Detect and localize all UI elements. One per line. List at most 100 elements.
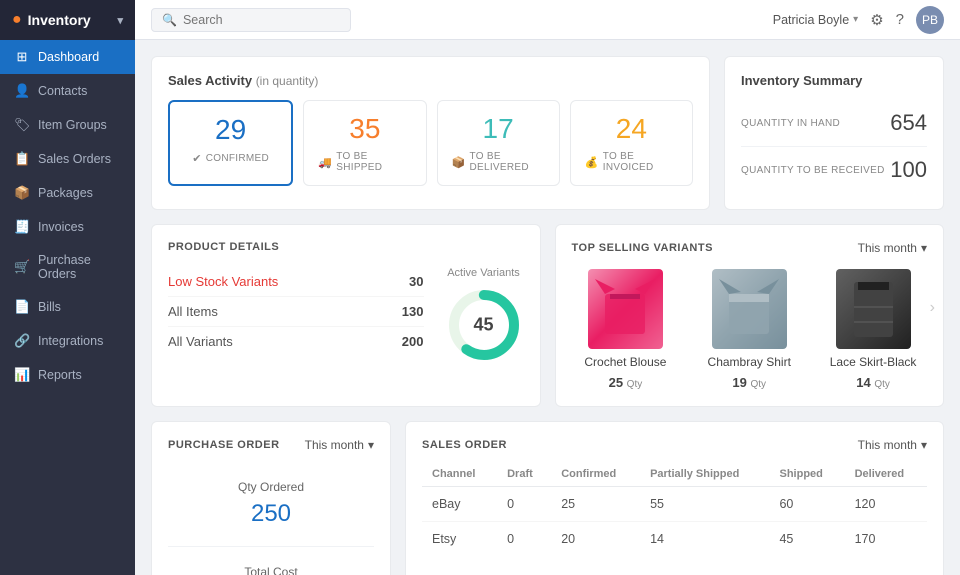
to-be-invoiced-label: 💰 TO BE INVOICED	[585, 151, 678, 173]
so-col-4: Shipped	[769, 462, 844, 487]
logo-caret[interactable]: ▾	[117, 14, 123, 27]
sidebar-item-bills[interactable]: 📄 Bills	[0, 290, 135, 324]
sales-order-filter[interactable]: This month ▾	[858, 438, 927, 452]
purchase-order-title: PURCHASE ORDER	[168, 439, 280, 451]
inventory-row-1: QUANTITY TO BE RECEIVED 100	[741, 147, 927, 193]
confirmed-number: 29	[215, 114, 246, 146]
activity-card-confirmed[interactable]: 29 ✔ CONFIRMED	[168, 100, 293, 186]
content-area: Sales Activity (in quantity) 29 ✔ CONFIR…	[135, 40, 960, 575]
user-menu[interactable]: Patricia Boyle ▾	[773, 13, 858, 27]
to-be-delivered-icon: 📦	[452, 156, 466, 169]
pd-row-2: All Variants 200	[168, 327, 424, 356]
inventory-summary-title: Inventory Summary	[741, 73, 927, 88]
to-be-shipped-icon: 🚚	[318, 156, 332, 169]
top-selling-panel: TOP SELLING VARIANTS This month ▾ Croche…	[555, 224, 945, 407]
to-be-delivered-label: 📦 TO BE DELIVERED	[452, 151, 545, 173]
top-selling-title: TOP SELLING VARIANTS	[572, 242, 713, 254]
logo-icon: ●	[12, 11, 22, 29]
confirmed-label-text: CONFIRMED	[206, 153, 269, 164]
sidebar-item-reports[interactable]: 📊 Reports	[0, 358, 135, 392]
sidebar-nav: ⊞ Dashboard👤 Contacts🏷 Item Groups📋 Sale…	[0, 40, 135, 575]
chart-label: Active Variants	[447, 267, 520, 279]
inv-value-1: 100	[890, 157, 927, 183]
product-details-title: PRODUCT DETAILS	[168, 241, 524, 253]
product-name-2: Lace Skirt-Black	[830, 355, 917, 369]
search-box[interactable]: 🔍	[151, 8, 351, 32]
reports-label: Reports	[38, 368, 82, 382]
reports-icon: 📊	[14, 367, 30, 383]
so-col-1: Draft	[497, 462, 551, 487]
po-stat-label-1: Total Cost	[244, 565, 297, 575]
product-name-1: Chambray Shirt	[708, 355, 791, 369]
top-selling-filter-caret: ▾	[921, 241, 927, 255]
po-stat-label-0: Qty Ordered	[238, 480, 304, 494]
so-cell-0-3: 55	[640, 487, 769, 522]
activity-cards: 29 ✔ CONFIRMED 35 🚚 TO BE SHIPPED 17 📦 T…	[168, 100, 693, 186]
integrations-label: Integrations	[38, 334, 103, 348]
invoices-icon: 🧾	[14, 219, 30, 235]
sidebar-item-purchase-orders[interactable]: 🛒 Purchase Orders	[0, 244, 135, 290]
so-cell-1-5: 170	[845, 522, 927, 557]
settings-icon[interactable]: ⚙	[870, 11, 883, 29]
qty-label-0: Qty	[627, 379, 643, 390]
ts-product-0[interactable]: Crochet Blouse 25 Qty	[572, 269, 680, 390]
bills-label: Bills	[38, 300, 61, 314]
sidebar-item-invoices[interactable]: 🧾 Invoices	[0, 210, 135, 244]
donut-center-value: 45	[473, 315, 493, 336]
pd-val-2: 200	[402, 334, 424, 349]
product-details-panel: PRODUCT DETAILS Low Stock Variants 30 All…	[151, 224, 541, 407]
so-cell-0-5: 120	[845, 487, 927, 522]
top-selling-header: TOP SELLING VARIANTS This month ▾	[572, 241, 928, 255]
active-variants-chart: Active Variants 45	[444, 267, 524, 365]
sales-orders-label: Sales Orders	[38, 152, 111, 166]
so-cell-0-2: 25	[551, 487, 640, 522]
po-stat-value-0: 250	[251, 500, 291, 528]
sidebar-item-sales-orders[interactable]: 📋 Sales Orders	[0, 142, 135, 176]
mid-section: PRODUCT DETAILS Low Stock Variants 30 All…	[151, 224, 944, 407]
activity-card-to-be-delivered[interactable]: 17 📦 TO BE DELIVERED	[437, 100, 560, 186]
pd-label-0[interactable]: Low Stock Variants	[168, 274, 278, 289]
pd-val-1: 130	[402, 304, 424, 319]
to-be-invoiced-number: 24	[616, 113, 647, 145]
confirmed-label: ✔ CONFIRMED	[192, 152, 269, 165]
ts-next-icon[interactable]: ›	[930, 299, 935, 317]
product-img-0	[588, 269, 663, 349]
to-be-delivered-label-text: TO BE DELIVERED	[470, 151, 545, 173]
sales-orders-icon: 📋	[14, 151, 30, 167]
top-selling-products: Crochet Blouse 25 Qty Chambray Shirt 19 …	[572, 269, 928, 390]
so-col-3: Partially Shipped	[640, 462, 769, 487]
activity-card-to-be-shipped[interactable]: 35 🚚 TO BE SHIPPED	[303, 100, 426, 186]
top-selling-filter[interactable]: This month ▾	[858, 241, 927, 255]
to-be-delivered-number: 17	[483, 113, 514, 145]
help-icon[interactable]: ?	[896, 11, 904, 28]
activity-card-to-be-invoiced[interactable]: 24 💰 TO BE INVOICED	[570, 100, 693, 186]
sales-activity-title: Sales Activity (in quantity)	[168, 73, 693, 88]
pd-label-1: All Items	[168, 304, 218, 319]
so-cell-1-3: 14	[640, 522, 769, 557]
packages-label: Packages	[38, 186, 93, 200]
product-qty-1: 19 Qty	[732, 375, 766, 390]
so-cell-1-1: 0	[497, 522, 551, 557]
table-row: Etsy0201445170	[422, 522, 927, 557]
product-details-table: Low Stock Variants 30 All Items 130 All Va…	[168, 267, 424, 365]
app-logo: ● Inventory ▾	[0, 0, 135, 40]
to-be-invoiced-icon: 💰	[585, 156, 599, 169]
pd-row-0: Low Stock Variants 30	[168, 267, 424, 297]
user-caret-icon: ▾	[853, 14, 858, 25]
so-header-row: ChannelDraftConfirmedPartially ShippedSh…	[422, 462, 927, 487]
ts-product-2[interactable]: Lace Skirt-Black 14 Qty	[819, 269, 927, 390]
sidebar-item-packages[interactable]: 📦 Packages	[0, 176, 135, 210]
so-table-body: eBay0255560120Etsy0201445170	[422, 487, 927, 557]
qty-label-2: Qty	[874, 379, 890, 390]
sidebar-item-contacts[interactable]: 👤 Contacts	[0, 74, 135, 108]
ts-product-1[interactable]: Chambray Shirt 19 Qty	[695, 269, 803, 390]
sidebar-item-dashboard[interactable]: ⊞ Dashboard	[0, 40, 135, 74]
top-selling-filter-label: This month	[858, 241, 917, 255]
integrations-icon: 🔗	[14, 333, 30, 349]
purchase-order-filter[interactable]: This month ▾	[305, 438, 374, 452]
po-stat-0: Qty Ordered 250	[168, 462, 374, 547]
search-input[interactable]	[183, 13, 333, 27]
avatar[interactable]: PB	[916, 6, 944, 34]
sidebar-item-item-groups[interactable]: 🏷 Item Groups	[0, 108, 135, 142]
sidebar-item-integrations[interactable]: 🔗 Integrations	[0, 324, 135, 358]
